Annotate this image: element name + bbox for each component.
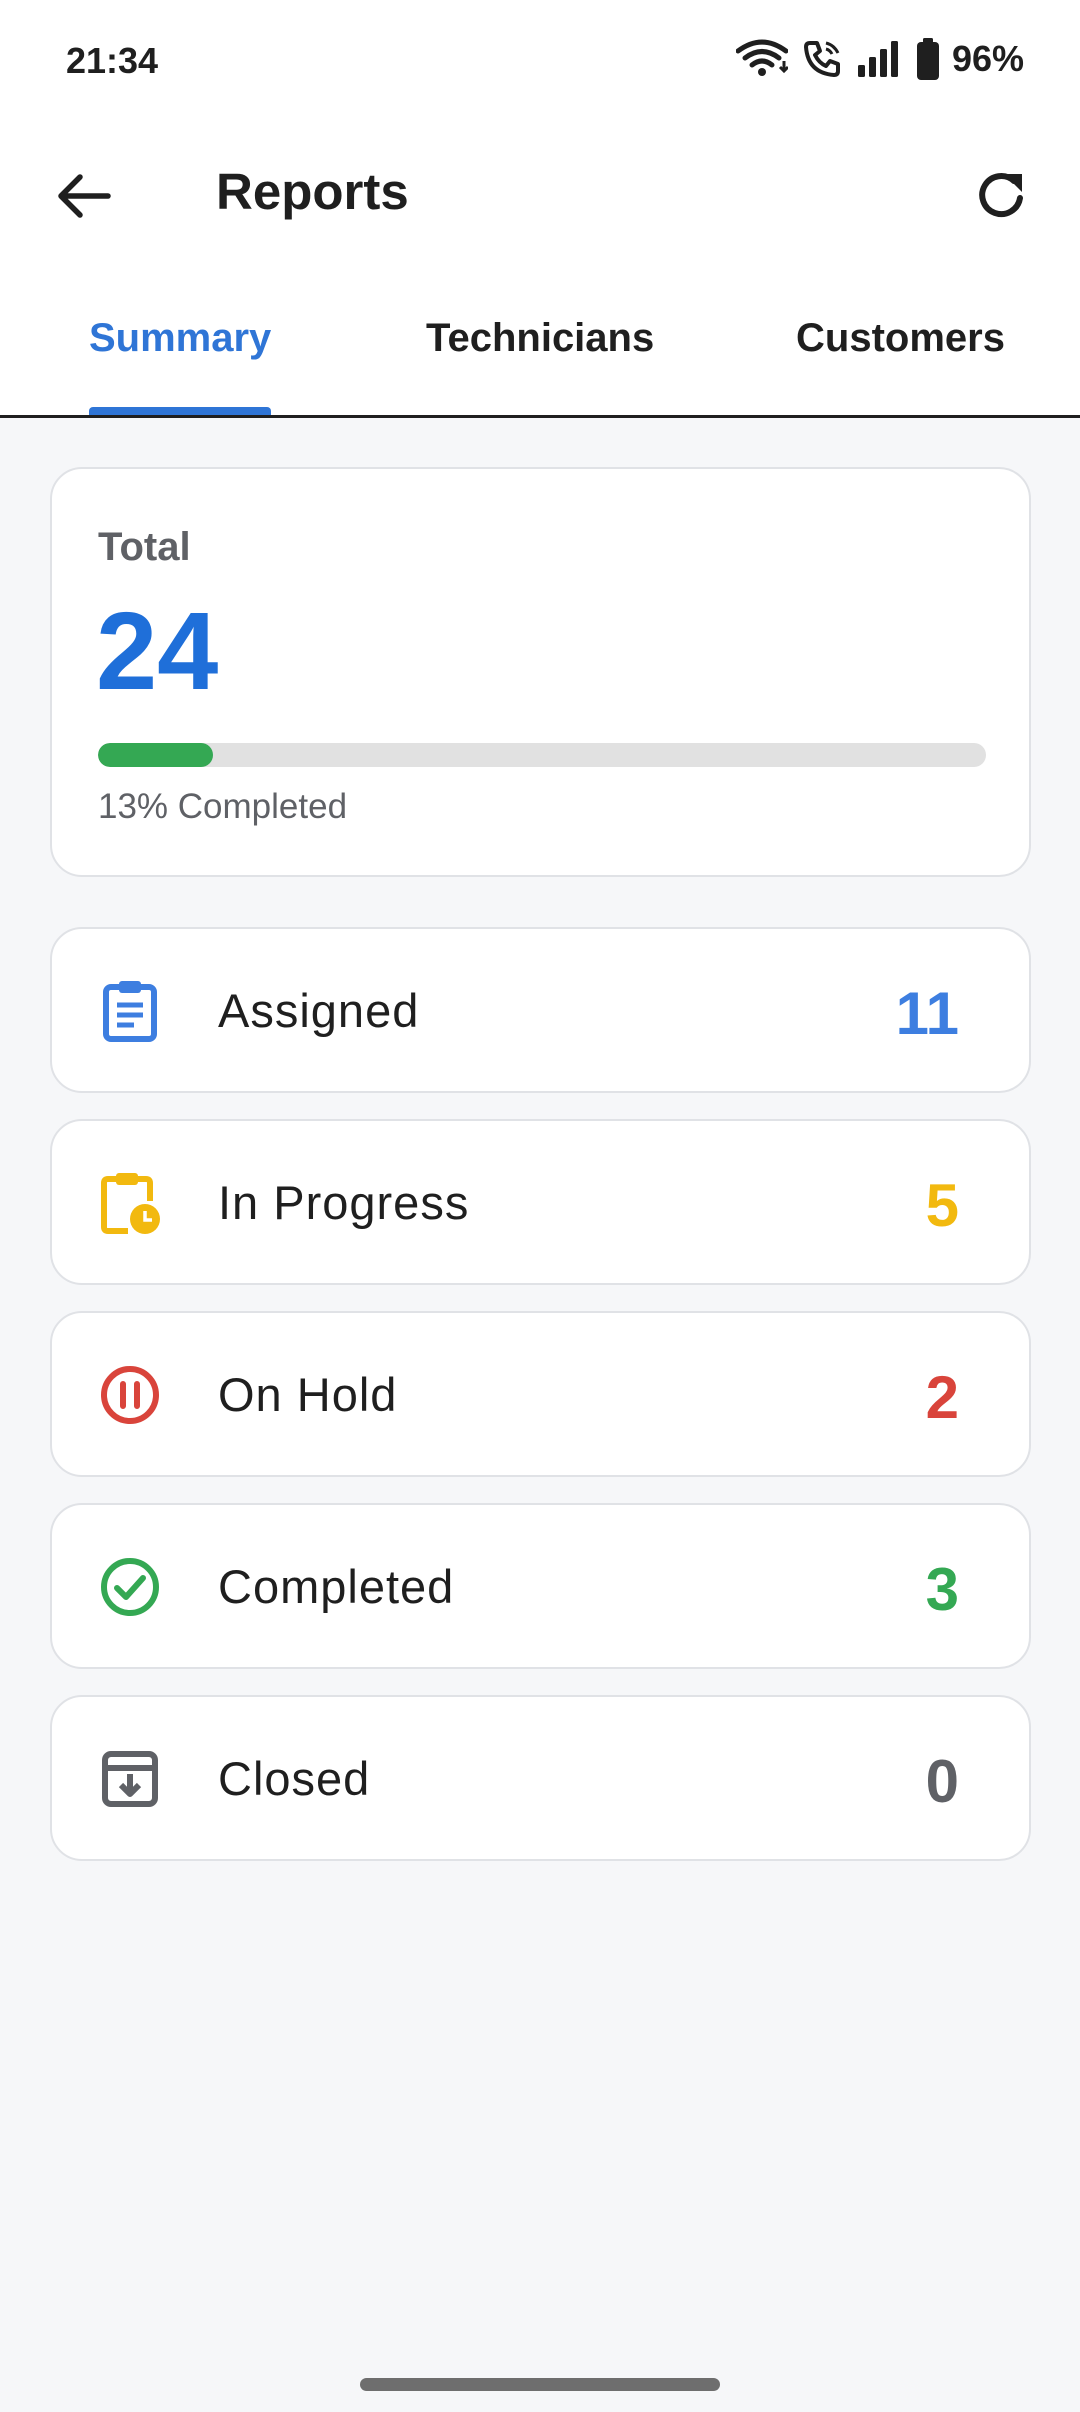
active-tab-indicator (89, 407, 271, 415)
home-indicator[interactable] (360, 2378, 720, 2391)
status-count: 0 (925, 1748, 959, 1815)
status-label: Assigned (218, 984, 420, 1037)
signal-icon (856, 39, 902, 79)
status-card-closed[interactable]: Closed 0 (50, 1695, 1031, 1861)
page-title: Reports (216, 163, 409, 220)
status-count: 2 (925, 1364, 959, 1431)
header-area: 21:34 96% Reports Summary Technicians Cu… (0, 0, 1080, 418)
status-label: Completed (218, 1560, 455, 1613)
clipboard-clock-icon (98, 1171, 162, 1235)
tab-summary[interactable]: Summary (89, 316, 271, 361)
completion-text: 13% Completed (98, 787, 348, 826)
total-card: Total 24 13% Completed (50, 467, 1031, 877)
status-count: 11 (895, 980, 959, 1047)
clipboard-list-icon (98, 979, 162, 1043)
app-bar: Reports (0, 140, 1080, 250)
battery-percentage: 96% (951, 38, 1024, 79)
wifi-calling-icon (802, 39, 842, 79)
battery-icon (916, 38, 940, 80)
status-label: Closed (218, 1752, 371, 1805)
refresh-button[interactable] (962, 158, 1042, 238)
archive-icon (98, 1747, 162, 1811)
completion-progress-bar (98, 743, 986, 767)
check-circle-icon (98, 1555, 162, 1619)
back-button[interactable] (44, 158, 124, 238)
status-card-completed[interactable]: Completed 3 (50, 1503, 1031, 1669)
tab-technicians[interactable]: Technicians (426, 316, 654, 361)
tab-bar: Summary Technicians Customers (0, 290, 1080, 418)
status-label: On Hold (218, 1368, 398, 1421)
status-bar: 21:34 96% (0, 0, 1080, 125)
status-card-on-hold[interactable]: On Hold 2 (50, 1311, 1031, 1477)
refresh-icon (974, 168, 1030, 229)
status-time: 21:34 (66, 40, 159, 81)
tab-customers[interactable]: Customers (796, 316, 1005, 361)
total-value: 24 (96, 590, 219, 713)
status-card-in-progress[interactable]: In Progress 5 (50, 1119, 1031, 1285)
status-count: 5 (925, 1172, 959, 1239)
status-label: In Progress (218, 1176, 470, 1229)
completion-progress-fill (98, 743, 214, 767)
status-icons: 96% (735, 38, 1024, 80)
wifi-icon (735, 39, 788, 79)
status-card-assigned[interactable]: Assigned 11 (50, 927, 1031, 1093)
status-count: 3 (925, 1556, 959, 1623)
arrow-left-icon (56, 172, 112, 225)
pause-circle-icon (98, 1363, 162, 1427)
total-label: Total (98, 525, 191, 569)
